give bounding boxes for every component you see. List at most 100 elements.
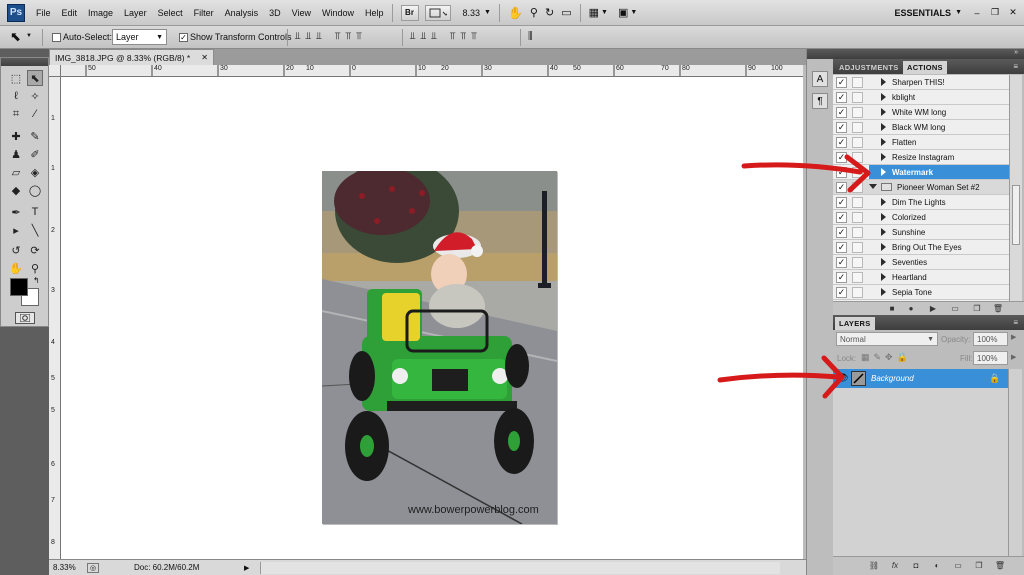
layers-list-empty-area[interactable] xyxy=(833,388,1008,556)
ruler-origin[interactable] xyxy=(49,65,61,77)
toggle-dialog-box[interactable] xyxy=(852,106,863,118)
actions-scroll-thumb[interactable] xyxy=(1012,185,1020,245)
eraser-tool-icon[interactable]: ▱ xyxy=(8,164,24,180)
new-group-icon[interactable]: ▭ xyxy=(953,561,963,570)
vertical-ruler[interactable]: 1 1 2 3 4 5 5 6 7 8 xyxy=(49,77,61,559)
expand-triangle-icon[interactable] xyxy=(881,138,886,146)
toggle-dialog-box[interactable] xyxy=(852,256,863,268)
toggle-dialog-box[interactable] xyxy=(852,166,863,178)
menu-edit[interactable]: Edit xyxy=(62,8,78,18)
paint-bucket-tool-icon[interactable]: ◈ xyxy=(27,164,43,180)
expand-triangle-icon[interactable] xyxy=(881,153,886,161)
menu-3d[interactable]: 3D xyxy=(269,8,281,18)
zoom-tool-icon[interactable]: ⚲ xyxy=(27,260,43,276)
action-row[interactable]: ✓ Watermark xyxy=(833,165,1009,180)
show-transform-checkbox[interactable]: ✓ xyxy=(179,33,188,42)
zoom-percent-field[interactable]: 8.33% xyxy=(53,563,87,572)
action-row[interactable]: ✓ Bring Out The Eyes xyxy=(833,240,1009,255)
bridge-button[interactable]: Br xyxy=(400,4,419,21)
auto-align-layers-icon[interactable]: ⫼ xyxy=(528,31,533,42)
link-layers-icon[interactable]: ⛓ xyxy=(869,561,879,570)
brush-tool-icon[interactable]: ✎ xyxy=(27,128,43,144)
minimize-icon[interactable]: – xyxy=(970,6,984,20)
clone-stamp-tool-icon[interactable]: ♟ xyxy=(8,146,24,162)
toggle-item-checkbox[interactable]: ✓ xyxy=(836,106,847,118)
marquee-tool-icon[interactable]: ⬚ xyxy=(8,70,24,86)
action-row[interactable]: ✓ White WM long xyxy=(833,105,1009,120)
menu-filter[interactable]: Filter xyxy=(194,8,214,18)
expand-triangle-icon[interactable] xyxy=(881,243,886,251)
delete-action-icon[interactable]: 🗑 xyxy=(993,304,1003,313)
new-layer-icon[interactable]: ❐ xyxy=(974,561,984,570)
toggle-dialog-box[interactable] xyxy=(852,121,863,133)
menu-select[interactable]: Select xyxy=(158,8,183,18)
stop-recording-icon[interactable]: ■ xyxy=(887,304,897,313)
new-set-icon[interactable]: ▭ xyxy=(950,304,960,313)
layer-style-icon[interactable]: fx xyxy=(890,561,900,570)
toggle-dialog-box[interactable] xyxy=(852,241,863,253)
toggle-item-checkbox[interactable]: ✓ xyxy=(836,91,847,103)
action-row[interactable]: ✓ Resize Instagram xyxy=(833,150,1009,165)
eyedropper-tool-icon[interactable]: ⁄ xyxy=(27,106,43,122)
lasso-tool-icon[interactable]: ℓ xyxy=(8,88,24,104)
3d-orbit-tool-icon[interactable]: ⟳ xyxy=(27,242,43,258)
expand-triangle-icon[interactable] xyxy=(881,168,886,176)
move-tool-preset-icon[interactable]: ⬉ xyxy=(10,29,21,45)
action-row[interactable]: ✓ Seventies xyxy=(833,255,1009,270)
lock-options-icon[interactable]: ▦✎✥🔒 xyxy=(861,352,912,363)
zoom-tool-icon[interactable]: ⚲ xyxy=(530,6,538,19)
expand-triangle-icon[interactable] xyxy=(869,184,877,189)
opacity-slider-arrow-icon[interactable]: ▶ xyxy=(1011,333,1016,341)
collapse-dock-icon[interactable]: » xyxy=(1014,49,1018,56)
foreground-color-swatch[interactable] xyxy=(10,278,28,296)
record-icon[interactable]: ● xyxy=(906,304,916,313)
toggle-dialog-box[interactable] xyxy=(852,211,863,223)
toggle-dialog-box[interactable] xyxy=(852,151,863,163)
line-tool-icon[interactable]: ╲ xyxy=(27,222,43,238)
toggle-item-checkbox[interactable]: ✓ xyxy=(836,121,847,133)
toggle-dialog-box[interactable] xyxy=(852,226,863,238)
screen-mode-chevron-icon[interactable]: ▼ xyxy=(630,9,637,16)
horizontal-scrollbar[interactable] xyxy=(260,561,780,574)
fill-slider-arrow-icon[interactable]: ▶ xyxy=(1011,353,1016,361)
close-tab-icon[interactable]: ✕ xyxy=(201,53,208,62)
toggle-dialog-box[interactable] xyxy=(852,181,863,193)
distribute-buttons-icon[interactable]: ⫫⫫⫫ ⫪⫪⫪ xyxy=(410,31,482,42)
layers-menu-icon[interactable]: ≡ xyxy=(1013,318,1018,327)
layer-row[interactable]: 👁 Background 🔒 xyxy=(833,369,1008,388)
expand-triangle-icon[interactable] xyxy=(881,228,886,236)
auto-select-checkbox[interactable] xyxy=(52,33,61,42)
type-tool-icon[interactable]: T xyxy=(27,204,43,220)
toggle-dialog-box[interactable] xyxy=(852,286,863,298)
action-row[interactable]: ✓ Flatten xyxy=(833,135,1009,150)
character-panel-icon[interactable]: A xyxy=(812,71,828,87)
3d-rotate-tool-icon[interactable]: ↺ xyxy=(8,242,24,258)
toggle-item-checkbox[interactable]: ✓ xyxy=(836,211,847,223)
toggle-item-checkbox[interactable]: ✓ xyxy=(836,76,847,88)
actions-scrollbar[interactable] xyxy=(1009,75,1022,301)
align-buttons-icon[interactable]: ⫫⫫⫫ ⫪⫪⫪ xyxy=(295,31,367,42)
status-info-icon[interactable]: ◎ xyxy=(87,562,99,573)
crop-tool-icon[interactable]: ⌗ xyxy=(8,106,24,122)
horizontal-ruler[interactable]: 50 40 30 20 10 0 10 20 30 40 50 60 70 80… xyxy=(61,65,803,77)
expand-triangle-icon[interactable] xyxy=(881,108,886,116)
action-set-row[interactable]: ✓ Pioneer Woman Set #2 xyxy=(833,180,1009,195)
menu-analysis[interactable]: Analysis xyxy=(225,8,259,18)
move-tool-icon[interactable]: ⬉ xyxy=(27,70,43,86)
arrange-chevron-icon[interactable]: ▼ xyxy=(601,9,608,16)
tool-preset-chevron-icon[interactable]: ▼ xyxy=(26,33,32,39)
visibility-eye-icon[interactable]: 👁 xyxy=(836,373,849,384)
dodge-tool-icon[interactable]: ◯ xyxy=(27,182,43,198)
action-row[interactable]: ✓ Heartland xyxy=(833,270,1009,285)
workspace-chevron-icon[interactable]: ▼ xyxy=(955,9,962,16)
tab-adjustments[interactable]: ADJUSTMENTS xyxy=(835,61,903,74)
hand-tool-icon[interactable]: ✋ xyxy=(8,260,24,276)
workspace-switcher[interactable]: ESSENTIALS xyxy=(895,8,952,18)
menu-help[interactable]: Help xyxy=(365,8,384,18)
expand-triangle-icon[interactable] xyxy=(881,258,886,266)
toggle-dialog-box[interactable] xyxy=(852,271,863,283)
toggle-dialog-box[interactable] xyxy=(852,196,863,208)
menu-file[interactable]: File xyxy=(36,8,51,18)
zoom-chevron-icon[interactable]: ▼ xyxy=(484,9,491,16)
screen-mode-icon[interactable]: ▣ xyxy=(618,6,628,19)
